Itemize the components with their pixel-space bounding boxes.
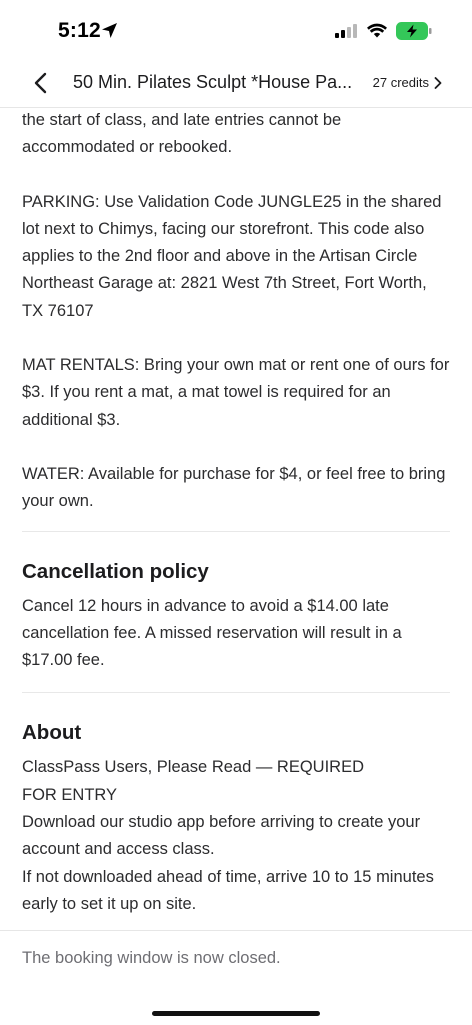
wifi-icon [367,23,387,43]
section-divider [22,692,450,694]
about-line: If not downloaded ahead of time, arrive … [22,867,434,913]
cancellation-policy-title: Cancellation policy [22,559,209,583]
parking-paragraph: PARKING: Use Validation Code JUNGLE25 in… [22,192,442,320]
page-title: 50 Min. Pilates Sculpt *House Pa... [73,72,353,92]
booking-closed-message: The booking window is now closed. [22,949,281,967]
about-body: ClassPass Users, Please Read — REQUIRED … [22,754,450,918]
status-time: 5:12 [58,19,101,42]
booking-footer: The booking window is now closed. [0,930,472,1025]
credits-label: 27 credits [372,75,429,90]
about-line: Download our studio app before arriving … [22,813,421,859]
home-indicator[interactable] [152,1011,320,1016]
nav-bar: 50 Min. Pilates Sculpt *House Pa... 27 c… [0,60,472,108]
status-bar: 5:12 [0,0,472,60]
water-paragraph: WATER: Available for purchase for $4, or… [22,464,446,511]
section-divider [22,530,450,532]
chevron-left-icon [34,72,47,94]
details-paragraph: the start of class, and late entries can… [22,111,342,157]
back-button[interactable] [28,70,52,96]
credits-button[interactable]: 27 credits [373,75,442,90]
chevron-right-icon [434,76,442,89]
class-details-content[interactable]: the start of class, and late entries can… [22,108,450,930]
about-line: ClassPass Users, Please Read — REQUIRED … [22,758,365,804]
cancellation-policy-body: Cancel 12 hours in advance to avoid a $1… [22,596,402,670]
cellular-signal-icon [335,24,357,43]
location-arrow-icon [101,22,118,44]
battery-charging-icon [396,22,432,45]
mat-rentals-paragraph: MAT RENTALS: Bring your own mat or rent … [22,356,450,429]
about-title: About [22,721,82,745]
